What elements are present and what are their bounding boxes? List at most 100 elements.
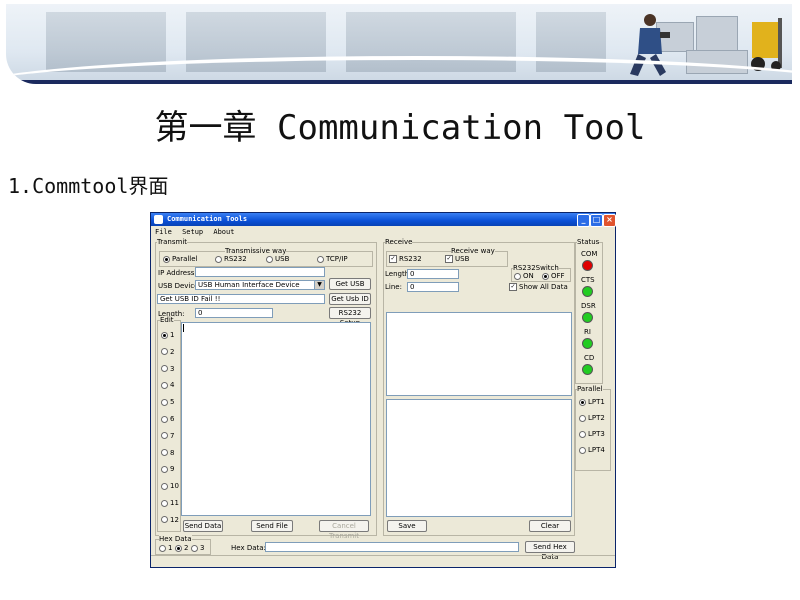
hex-data-label: Hex Data: [231, 544, 266, 552]
radio-icon [542, 272, 549, 280]
check-icon: ✓ [389, 255, 397, 263]
status-led-dsr-indicator [582, 312, 593, 323]
edit-slot-9-radio[interactable]: 9 [161, 465, 174, 473]
edit-slot-4-radio[interactable]: 4 [161, 381, 174, 389]
edit-slot-10-radio[interactable]: 10 [161, 482, 179, 490]
get-usb-button[interactable]: Get USB [329, 278, 371, 290]
radio-icon [159, 544, 166, 552]
transmit-data-textarea[interactable] [181, 322, 371, 516]
edit-slot-6-radio[interactable]: 6 [161, 415, 174, 423]
hex-option-2-radio[interactable]: 2 [175, 544, 188, 552]
radio-icon [161, 465, 168, 473]
get-usb-id-button[interactable]: Get Usb ID [329, 293, 371, 305]
show-all-data-checkbox[interactable]: ✓ Show All Data [509, 283, 568, 291]
switch-on-radio[interactable]: ON [514, 272, 534, 280]
edit-slot-1-radio[interactable]: 1 [161, 331, 174, 339]
close-button[interactable]: × [603, 214, 616, 227]
status-led-ri-indicator [582, 338, 593, 349]
status-led-label-cts: CTS [581, 276, 595, 284]
minimize-button[interactable]: _ [577, 214, 590, 227]
ip-address-label: IP Address: [158, 269, 197, 277]
send-hex-data-button[interactable]: Send Hex Data [525, 541, 575, 561]
clear-button[interactable]: Clear [529, 520, 571, 532]
transmissive-way-label: Transmissive way [225, 247, 287, 255]
save-button[interactable]: Save [387, 520, 427, 532]
transmit-length-input[interactable]: 0 [195, 308, 273, 318]
menu-setup[interactable]: Setup [182, 228, 203, 236]
edit-slot-7-radio[interactable]: 7 [161, 432, 174, 440]
parallel-lpt3-radio[interactable]: LPT3 [579, 430, 605, 438]
status-led-label-dsr: DSR [581, 302, 596, 310]
status-output-field: Get USB ID Fail !! [157, 294, 325, 304]
receive-way-label: Receive way [451, 247, 495, 255]
cancel-transmit-button: Cancel Transmit [319, 520, 369, 540]
way-tcpip-radio[interactable]: TCP/IP [317, 255, 348, 263]
radio-icon [266, 255, 273, 263]
receive-rs232-checkbox[interactable]: ✓ RS232 [389, 255, 422, 263]
check-icon: ✓ [509, 283, 517, 291]
way-rs232-radio[interactable]: RS232 [215, 255, 247, 263]
radio-icon [161, 482, 168, 490]
ip-address-input[interactable] [195, 267, 325, 277]
usb-device-select[interactable]: USB Human Interface Device ▼ [195, 280, 325, 290]
radio-icon [317, 255, 324, 263]
receive-line-input[interactable]: 0 [407, 282, 459, 292]
parallel-lpt4-radio[interactable]: LPT4 [579, 446, 605, 454]
edit-slot-5-radio[interactable]: 5 [161, 398, 174, 406]
status-led-cd-indicator [582, 364, 593, 375]
edit-slot-11-radio[interactable]: 11 [161, 499, 179, 507]
status-led-label-ri: RI [584, 328, 591, 336]
check-icon: ✓ [445, 255, 453, 263]
app-icon [154, 215, 163, 224]
menu-bar: File Setup About [155, 228, 240, 237]
hex-option-3-radio[interactable]: 3 [191, 544, 204, 552]
receive-group-label: Receive [385, 238, 413, 246]
parallel-lpt1-radio[interactable]: LPT1 [579, 398, 605, 406]
window-titlebar[interactable]: Communication Tools _ □ × [151, 213, 616, 227]
radio-icon [163, 255, 170, 263]
receive-line-label: Line: [385, 283, 402, 291]
edit-slot-2-radio[interactable]: 2 [161, 348, 174, 356]
radio-icon [161, 331, 168, 339]
hex-option-1-radio[interactable]: 1 [159, 544, 172, 552]
receive-data-area-bottom[interactable] [386, 399, 572, 517]
parallel-lpt2-radio[interactable]: LPT2 [579, 414, 605, 422]
edit-slot-8-radio[interactable]: 8 [161, 449, 174, 457]
radio-icon [161, 499, 168, 507]
radio-icon [161, 432, 168, 440]
radio-icon [191, 544, 198, 552]
maximize-button[interactable]: □ [590, 214, 603, 227]
menu-file[interactable]: File [155, 228, 172, 236]
rs232-setup-button[interactable]: RS232 Setup [329, 307, 371, 327]
send-data-button[interactable]: Send Data [183, 520, 223, 532]
transmit-group-label: Transmit [157, 238, 188, 246]
rs232-switch-label: RS232Switch [513, 264, 559, 272]
radio-icon [161, 415, 168, 423]
radio-icon [579, 398, 586, 406]
radio-icon [215, 255, 222, 263]
radio-icon [161, 398, 168, 406]
way-parallel-radio[interactable]: Parallel [163, 255, 198, 263]
usb-device-value: USB Human Interface Device [198, 281, 300, 289]
header-banner [6, 4, 792, 84]
page-title: 第一章 Communication Tool [154, 108, 646, 148]
receive-data-area-top[interactable] [386, 312, 572, 396]
way-usb-radio[interactable]: USB [266, 255, 289, 263]
status-bar-divider [151, 555, 615, 556]
status-led-label-cd: CD [584, 354, 595, 362]
receive-length-input[interactable]: 0 [407, 269, 459, 279]
status-led-cts-indicator [582, 286, 593, 297]
menu-about[interactable]: About [213, 228, 234, 236]
send-file-button[interactable]: Send File [251, 520, 293, 532]
status-led-label-com: COM [581, 250, 598, 258]
hex-data-input[interactable] [265, 542, 519, 552]
communication-tools-window: Communication Tools _ □ × File Setup Abo… [150, 212, 616, 568]
status-group-label: Status [577, 238, 600, 246]
status-led-com-indicator [582, 260, 593, 271]
chevron-down-icon[interactable]: ▼ [314, 281, 324, 289]
edit-slot-12-radio[interactable]: 12 [161, 516, 179, 524]
switch-off-radio[interactable]: OFF [542, 272, 565, 280]
edit-slot-3-radio[interactable]: 3 [161, 365, 174, 373]
receive-usb-checkbox[interactable]: ✓ USB [445, 255, 469, 263]
hex-data-group-label: Hex Data [159, 535, 192, 543]
